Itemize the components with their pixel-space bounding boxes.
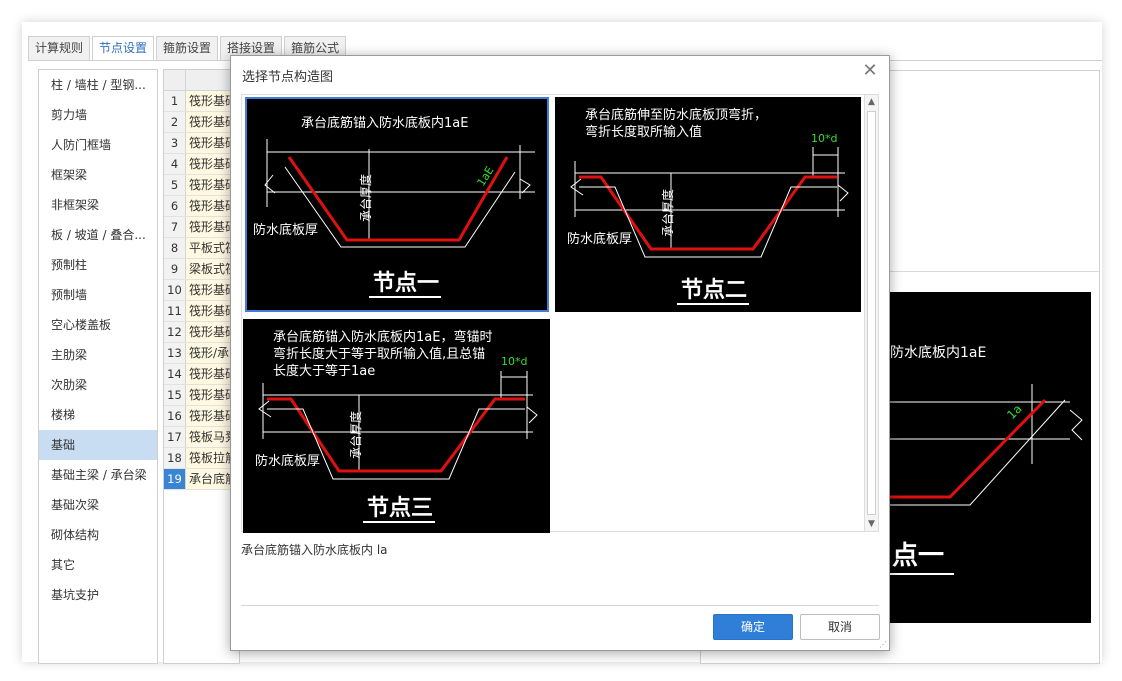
table-row[interactable]: 9 梁板式筏 bbox=[164, 259, 239, 280]
node-3-left-label: 防水底板厚 bbox=[255, 453, 320, 469]
preview-caption: 防水底板内1aE bbox=[890, 345, 986, 361]
row-number: 7 bbox=[164, 217, 186, 237]
table-row[interactable]: 12 筏形基础 bbox=[164, 322, 239, 343]
tab-stirrup-settings[interactable]: 箍筋设置 bbox=[156, 36, 219, 60]
node-thumb-1[interactable]: 承台底筋锚入防水底板内1aE 承台厚度 防水底板厚 1aE 节点一 bbox=[245, 97, 549, 312]
row-number: 15 bbox=[164, 385, 186, 405]
table-row[interactable]: 13 筏形/承台 bbox=[164, 343, 239, 364]
sidebar-item[interactable]: 砌体结构 bbox=[39, 520, 157, 550]
table-row[interactable]: 16 筏形基础 bbox=[164, 406, 239, 427]
table-row[interactable]: 7 筏形基础 bbox=[164, 217, 239, 238]
preview-dim-label: 1a bbox=[1004, 402, 1025, 423]
tab-node-settings[interactable]: 节点设置 bbox=[92, 36, 155, 61]
row-number: 13 bbox=[164, 343, 186, 363]
row-number: 9 bbox=[164, 259, 186, 279]
sidebar-item[interactable]: 基础主梁 / 承台梁 bbox=[39, 460, 157, 490]
ok-button[interactable]: 确定 bbox=[713, 614, 793, 640]
sidebar-item[interactable]: 非框架梁 bbox=[39, 190, 157, 220]
sidebar-item[interactable]: 次肋梁 bbox=[39, 370, 157, 400]
close-icon[interactable]: ✕ bbox=[861, 62, 879, 80]
node-3-caption-1: 承台底筋锚入防水底板内1aE，弯锚时 bbox=[273, 329, 492, 345]
row-number: 4 bbox=[164, 154, 186, 174]
table-row[interactable]: 2 筏形基础 bbox=[164, 112, 239, 133]
component-sidebar: 柱 / 墙柱 / 型钢... 剪力墙 人防门框墙 框架梁 非框架梁板 / 坡道 / 叠合… bbox=[38, 69, 158, 664]
node-3-caption-2: 弯折长度大于等于取所输入值,且总锚 bbox=[273, 346, 485, 362]
node-2-caption-1: 承台底筋伸至防水底板顶弯折， bbox=[585, 107, 767, 123]
sidebar-item[interactable]: 柱 / 墙柱 / 型钢... bbox=[39, 70, 157, 100]
node-2-dim-label: 10*d bbox=[811, 132, 837, 145]
row-number: 1 bbox=[164, 91, 186, 111]
row-number: 11 bbox=[164, 301, 186, 321]
node-thumb-2[interactable]: 承台底筋伸至防水底板顶弯折， 弯折长度取所输入值 10*d 承台厚度 防水底板厚… bbox=[555, 97, 861, 312]
node-1-left-label: 防水底板厚 bbox=[253, 222, 318, 238]
row-number: 5 bbox=[164, 175, 186, 195]
node-2-label: 节点二 bbox=[681, 277, 747, 303]
node-1-label: 节点一 bbox=[373, 270, 439, 296]
node-1-caption: 承台底筋锚入防水底板内1aE bbox=[301, 115, 468, 131]
row-number: 3 bbox=[164, 133, 186, 153]
node-3-vertical-label: 承台厚度 bbox=[348, 411, 363, 459]
row-number: 14 bbox=[164, 364, 186, 384]
scrollbar-thumb[interactable] bbox=[867, 111, 876, 515]
thumbnail-scrollbar[interactable]: ▲ ▼ bbox=[864, 95, 878, 531]
table-row[interactable]: 18 筏板拉筋 bbox=[164, 448, 239, 469]
node-grid: 1 筏形基础 2 筏形基础 3 筏形基础 4 筏形基础 5 筏形基础 6 筏形基础 7 筏形基础 8 平板式筏… bbox=[163, 69, 240, 664]
row-number: 8 bbox=[164, 238, 186, 258]
sidebar-item[interactable]: 基础次梁 bbox=[39, 490, 157, 520]
grid-header bbox=[164, 70, 239, 91]
node-1-vertical-label: 承台厚度 bbox=[358, 174, 373, 222]
dialog-separator bbox=[241, 605, 879, 606]
node-3-label: 节点三 bbox=[367, 495, 433, 521]
table-row[interactable]: 19 承台底筋 bbox=[164, 469, 239, 490]
table-row[interactable]: 1 筏形基础 bbox=[164, 91, 239, 112]
row-number: 18 bbox=[164, 448, 186, 468]
row-number: 12 bbox=[164, 322, 186, 342]
table-row[interactable]: 8 平板式筏 bbox=[164, 238, 239, 259]
sidebar-item[interactable]: 人防门框墙 bbox=[39, 130, 157, 160]
table-row[interactable]: 10 筏形基础 bbox=[164, 280, 239, 301]
row-number: 2 bbox=[164, 112, 186, 132]
sidebar-item[interactable]: 板 / 坡道 / 叠合... bbox=[39, 220, 157, 250]
node-thumb-3[interactable]: 承台底筋锚入防水底板内1aE，弯锚时 弯折长度大于等于取所输入值,且总锚 长度大… bbox=[243, 319, 550, 533]
sidebar-item[interactable]: 预制墙 bbox=[39, 280, 157, 310]
row-number: 19 bbox=[164, 469, 186, 489]
node-3-caption-3: 长度大于等于1ae bbox=[273, 363, 375, 379]
table-row[interactable]: 17 筏板马凳 bbox=[164, 427, 239, 448]
node-2-caption-2: 弯折长度取所输入值 bbox=[585, 124, 702, 140]
table-row[interactable]: 3 筏形基础 bbox=[164, 133, 239, 154]
resize-grip-icon[interactable]: ⋰ bbox=[879, 640, 887, 649]
table-row[interactable]: 4 筏形基础 bbox=[164, 154, 239, 175]
sidebar-item[interactable]: 空心楼盖板 bbox=[39, 310, 157, 340]
row-number: 17 bbox=[164, 427, 186, 447]
table-row[interactable]: 11 筏形基础 bbox=[164, 301, 239, 322]
table-row[interactable]: 14 筏形基础 bbox=[164, 364, 239, 385]
node-3-dim-label: 10*d bbox=[501, 355, 527, 368]
table-row[interactable]: 5 筏形基础 bbox=[164, 175, 239, 196]
node-2-left-label: 防水底板厚 bbox=[567, 231, 632, 247]
sidebar-item[interactable]: 主肋梁 bbox=[39, 340, 157, 370]
node-description: 承台底筋锚入防水底板内 la bbox=[241, 543, 388, 557]
cancel-button[interactable]: 取消 bbox=[800, 614, 880, 640]
row-number: 16 bbox=[164, 406, 186, 426]
preview-node-label: 点一 bbox=[892, 540, 944, 571]
node-thumbnail-list: 承台底筋锚入防水底板内1aE 承台厚度 防水底板厚 1aE 节点一 承台底筋伸至 bbox=[241, 94, 879, 533]
dialog-title: 选择节点构造图 bbox=[242, 70, 334, 85]
scroll-down-icon[interactable]: ▼ bbox=[865, 517, 878, 531]
table-row[interactable]: 6 筏形基础 bbox=[164, 196, 239, 217]
sidebar-item[interactable]: 其它 bbox=[39, 550, 157, 580]
sidebar-item[interactable]: 框架梁 bbox=[39, 160, 157, 190]
tab-calc-rules[interactable]: 计算规则 bbox=[28, 36, 91, 60]
sidebar-item[interactable]: 基础 bbox=[39, 430, 157, 460]
sidebar-item[interactable]: 剪力墙 bbox=[39, 100, 157, 130]
table-row[interactable]: 15 筏形基础 bbox=[164, 385, 239, 406]
sidebar-item[interactable]: 基坑支护 bbox=[39, 580, 157, 610]
row-number: 6 bbox=[164, 196, 186, 216]
sidebar-item[interactable]: 楼梯 bbox=[39, 400, 157, 430]
select-node-dialog: 选择节点构造图 ✕ 承台底筋锚入防水底板内1aE 承台厚度 防水底板厚 1aE … bbox=[230, 55, 890, 651]
sidebar-item[interactable]: 预制柱 bbox=[39, 250, 157, 280]
scroll-up-icon[interactable]: ▲ bbox=[865, 95, 878, 109]
node-2-vertical-label: 承台厚度 bbox=[660, 189, 675, 237]
row-number: 10 bbox=[164, 280, 186, 300]
node-1-dim-label: 1aE bbox=[475, 164, 497, 188]
